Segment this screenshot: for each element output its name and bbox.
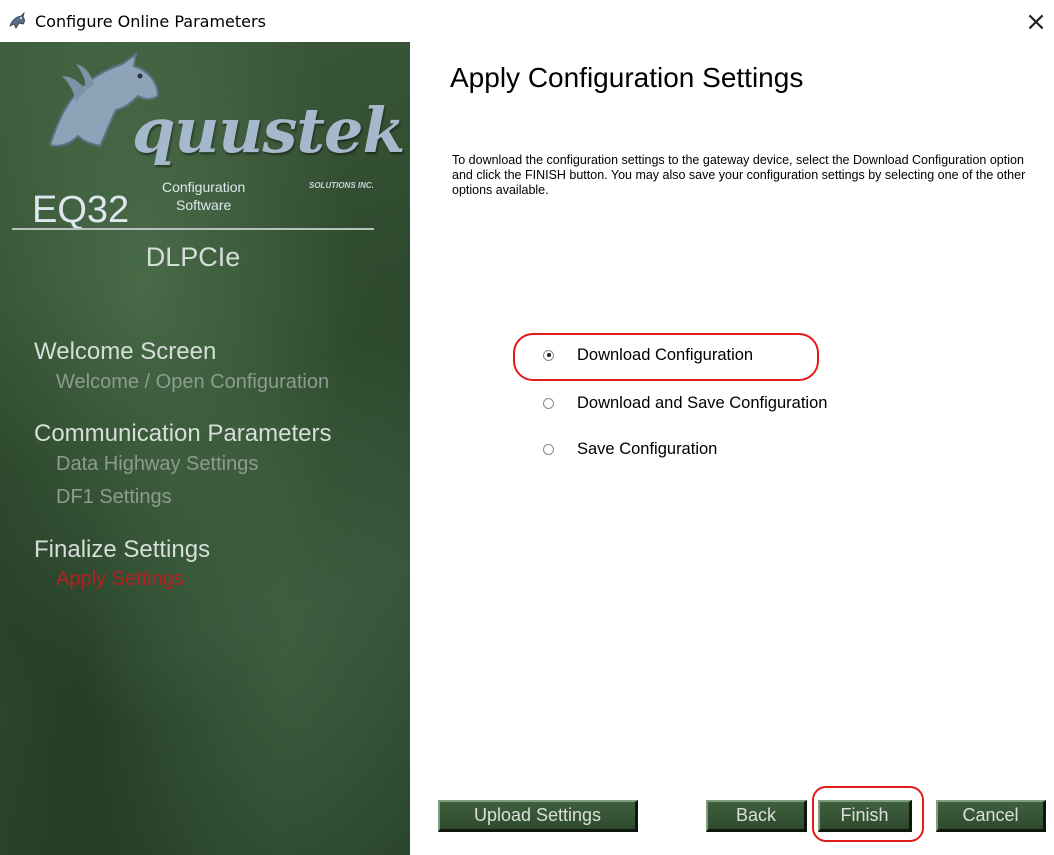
finish-button[interactable]: Finish [818,800,912,832]
page-title: Apply Configuration Settings [450,62,804,93]
nav-item-welcome-open[interactable]: Welcome / Open Configuration [56,371,329,394]
product-subtitle: Configuration Software [162,178,245,214]
option-label: Download Configuration [577,345,754,364]
sidebar-divider [12,228,374,230]
option-save-configuration[interactable]: Save Configuration [543,437,717,461]
upload-settings-button[interactable]: Upload Settings [438,800,638,832]
device-name: DLPCIe [145,242,241,272]
instructions-text: To download the configuration settings t… [452,153,1026,197]
window-title: Configure Online Parameters [35,12,266,31]
radio-button[interactable] [543,443,554,455]
radio-button[interactable] [543,349,554,361]
nav-item-df1[interactable]: DF1 Settings [56,486,172,509]
nav-heading-communication: Communication Parameters [34,420,332,447]
option-download-configuration[interactable]: Download Configuration [543,343,753,367]
option-label: Save Configuration [577,439,718,458]
nav-item-apply-settings[interactable]: Apply Settings [56,568,184,591]
option-download-and-save[interactable]: Download and Save Configuration [543,391,827,415]
product-subtitle-line2: Software [176,197,232,213]
cancel-button[interactable]: Cancel [936,800,1046,832]
nav-heading-welcome: Welcome Screen [34,338,217,365]
app-icon [9,11,25,29]
radio-button[interactable] [543,397,554,409]
title-bar: Configure Online Parameters × [0,0,1054,42]
back-button[interactable]: Back [706,800,807,832]
product-name: EQ32 [32,189,130,231]
company-logo-text: quustek [132,94,405,167]
option-label: Download and Save Configuration [577,393,828,412]
nav-heading-finalize: Finalize Settings [34,536,211,563]
nav-item-data-highway[interactable]: Data Highway Settings [56,453,258,476]
company-logo-subtitle: SOLUTIONS INC. [309,181,374,190]
product-subtitle-line1: Configuration [162,179,246,195]
close-icon[interactable]: × [1018,4,1054,40]
sidebar: quustek SOLUTIONS INC. EQ32 Configuratio… [0,42,410,855]
